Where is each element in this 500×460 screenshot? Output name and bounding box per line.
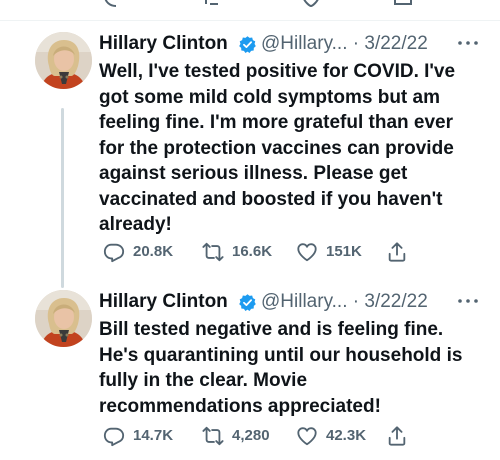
retweet-count: 16.6K bbox=[232, 243, 273, 260]
thread-connector-line bbox=[61, 108, 64, 288]
tweet-text: Well, I've tested positive for COVID. I'… bbox=[99, 61, 456, 235]
tweet-date: 3/22/22 bbox=[364, 291, 428, 312]
retweet-icon bbox=[202, 242, 224, 262]
previous-tweet-action-bar bbox=[0, 0, 500, 14]
tweet-text: Bill tested negative and is feeling fine… bbox=[99, 319, 463, 417]
verified-badge-icon bbox=[239, 294, 256, 312]
reply-count: 20.8K bbox=[133, 243, 174, 260]
like-icon bbox=[297, 243, 317, 262]
like-icon[interactable] bbox=[300, 0, 322, 8]
like-button[interactable]: 151K bbox=[296, 240, 362, 264]
share-icon bbox=[388, 426, 406, 446]
action-bar: 20.8K 16.6K 151K bbox=[99, 240, 499, 264]
reply-icon bbox=[103, 427, 125, 447]
reply-icon[interactable] bbox=[102, 0, 124, 8]
handle-and-date[interactable]: @Hillary... · 3/22/22 bbox=[261, 32, 428, 56]
divider bbox=[0, 20, 500, 21]
tweet-date: 3/22/22 bbox=[364, 33, 428, 54]
reply-icon bbox=[103, 243, 125, 263]
avatar[interactable] bbox=[35, 32, 92, 89]
like-icon bbox=[297, 427, 317, 446]
more-icon[interactable] bbox=[455, 294, 481, 308]
more-icon[interactable] bbox=[455, 36, 481, 50]
action-bar: 14.7K 4,280 42.3K bbox=[99, 424, 499, 448]
share-button[interactable] bbox=[386, 240, 408, 264]
retweet-icon[interactable] bbox=[198, 0, 220, 8]
retweet-icon bbox=[202, 426, 224, 446]
reply-count: 14.7K bbox=[133, 427, 174, 444]
handle-and-date[interactable]: @Hillary... · 3/22/22 bbox=[261, 290, 428, 314]
like-count: 42.3K bbox=[326, 427, 367, 444]
verified-badge-icon bbox=[239, 36, 256, 54]
share-icon[interactable] bbox=[392, 0, 414, 8]
like-count: 151K bbox=[326, 243, 362, 260]
author-name[interactable]: Hillary Clinton bbox=[99, 32, 228, 56]
share-icon bbox=[388, 242, 406, 262]
reply-button[interactable]: 14.7K bbox=[103, 424, 173, 448]
retweet-count: 4,280 bbox=[232, 427, 270, 444]
share-button[interactable] bbox=[386, 424, 408, 448]
retweet-button[interactable]: 16.6K bbox=[202, 240, 272, 264]
author-name[interactable]: Hillary Clinton bbox=[99, 290, 228, 314]
avatar[interactable] bbox=[35, 290, 92, 347]
retweet-button[interactable]: 4,280 bbox=[202, 424, 270, 448]
like-button[interactable]: 42.3K bbox=[296, 424, 366, 448]
reply-button[interactable]: 20.8K bbox=[103, 240, 173, 264]
